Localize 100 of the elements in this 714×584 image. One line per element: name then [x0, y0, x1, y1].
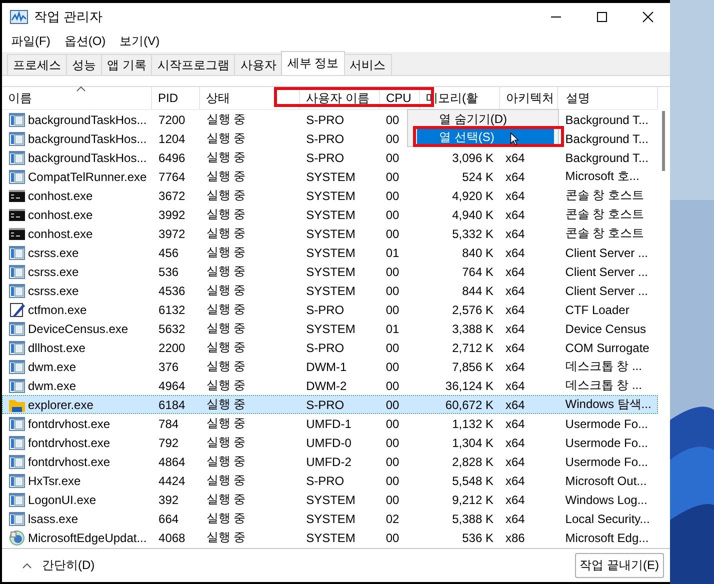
table-cell: MicrosoftEdgeUpdat... — [28, 530, 147, 544]
table-cell: 764 K — [462, 264, 494, 278]
table-cell: 00 — [386, 188, 400, 202]
table-cell: 6184 — [158, 398, 186, 412]
table-cell: x64 — [505, 150, 525, 164]
table-cell: 실행 중 — [206, 168, 246, 185]
table-cell: 실행 중 — [206, 529, 246, 546]
table-cell: 데스크톱 창 ... — [565, 377, 642, 394]
tab[interactable]: 서비스 — [344, 54, 392, 75]
table-cell: 00 — [386, 112, 400, 126]
column-header[interactable]: 사용자 이름 — [306, 90, 370, 106]
table-cell: COM Surrogate — [565, 340, 650, 354]
table-cell: 00 — [386, 284, 400, 298]
table-cell: Background T... — [565, 112, 648, 126]
window-icon — [9, 378, 25, 394]
table-cell: 6496 — [158, 150, 186, 164]
fewer-details-label[interactable]: 간단히(D) — [42, 557, 95, 574]
table-cell: x64 — [505, 208, 525, 222]
table-cell: 2,576 K — [452, 302, 494, 316]
table-cell: SYSTEM — [306, 264, 356, 278]
table-cell: 00 — [386, 436, 400, 450]
table-cell: 00 — [386, 302, 400, 316]
table-cell: 실행 중 — [206, 339, 246, 356]
table-cell: 00 — [386, 530, 400, 544]
table-cell: csrss.exe — [28, 246, 79, 260]
table-cell: 실행 중 — [206, 301, 246, 318]
menu-item[interactable]: 열 숨기기(D) — [417, 111, 554, 128]
fewer-details-button[interactable]: 간단히(D) — [22, 557, 95, 574]
table-cell: 00 — [386, 340, 400, 354]
table-cell: 00 — [386, 150, 400, 164]
table-cell: 00 — [386, 170, 400, 184]
table-cell: csrss.exe — [28, 264, 79, 278]
scrollbar-thumb[interactable] — [662, 111, 665, 171]
console-icon — [9, 188, 25, 204]
table-cell: 콘솔 창 호스트 — [565, 206, 644, 223]
table-cell: 6132 — [158, 302, 186, 316]
column-header[interactable]: 이름 — [8, 90, 32, 106]
table-cell: HxTsr.exe — [28, 474, 81, 488]
table-cell: 7200 — [158, 112, 186, 126]
maximize-icon[interactable] — [596, 10, 608, 22]
table-cell: 실행 중 — [206, 415, 246, 432]
table-cell: 2,828 K — [452, 454, 494, 468]
table-cell: 실행 중 — [206, 377, 246, 394]
window-icon — [9, 340, 25, 356]
table-cell: x64 — [505, 492, 525, 506]
table-cell: Microsoft Edg... — [565, 530, 649, 544]
menu-item[interactable]: 파일(F) — [11, 32, 50, 50]
table-cell: Client Server ... — [565, 284, 648, 298]
table-cell: 00 — [386, 208, 400, 222]
table-cell: CompatTelRunner.exe — [28, 170, 147, 184]
table-cell: x64 — [505, 226, 525, 240]
table-cell: 4964 — [158, 378, 186, 392]
column-header[interactable]: 설명 — [566, 90, 590, 106]
menu-item[interactable]: 보기(V) — [120, 32, 160, 50]
window-icon — [9, 416, 25, 432]
end-task-button[interactable]: 작업 끝내기(E) — [574, 553, 664, 578]
table-cell: 5,548 K — [452, 474, 494, 488]
table-cell: 01 — [386, 246, 400, 260]
table-cell: 4,940 K — [452, 208, 494, 222]
table-cell: x64 — [505, 454, 525, 468]
table-cell: Microsoft Out... — [565, 474, 647, 488]
table-cell: SYSTEM — [306, 170, 356, 184]
table-cell: 00 — [386, 416, 400, 430]
table-cell: x64 — [505, 188, 525, 202]
table-cell: conhost.exe — [28, 188, 93, 202]
table-cell: 7,856 K — [452, 360, 494, 374]
table-cell: 524 K — [462, 170, 494, 184]
table-cell: 840 K — [462, 246, 494, 260]
table-cell: 3672 — [158, 188, 186, 202]
window-icon — [9, 282, 25, 298]
table-cell: S-PRO — [306, 398, 344, 412]
table-cell: Usermode Fo... — [565, 436, 648, 450]
table-cell: x64 — [505, 378, 525, 392]
table-cell: 4424 — [158, 474, 186, 488]
table-cell: S-PRO — [306, 340, 344, 354]
table-cell: 실행 중 — [206, 358, 246, 375]
column-header[interactable]: 아키텍처 — [506, 90, 554, 106]
column-header[interactable]: 상태 — [206, 90, 230, 106]
column-header[interactable]: PID — [158, 91, 178, 105]
table-cell: backgroundTaskHos... — [28, 112, 147, 126]
table-cell: x64 — [505, 474, 525, 488]
tab[interactable]: 프로세스 — [7, 54, 67, 75]
table-cell: x86 — [505, 530, 525, 544]
table-cell: 392 — [158, 492, 179, 506]
tab[interactable]: 세부 정보 — [281, 51, 345, 75]
table-cell: 5,388 K — [452, 512, 494, 526]
window-icon — [9, 112, 25, 128]
caret-icon — [22, 562, 32, 568]
table-cell: lsass.exe — [28, 512, 78, 526]
table-cell: Windows Log... — [565, 492, 648, 506]
close-icon[interactable] — [642, 10, 654, 22]
selected-row[interactable]: explorer.exe 6184 실행 중 S-PRO 00 60,672 K x64 Windows 탐색... — [2, 395, 658, 414]
table-cell: 실행 중 — [206, 472, 246, 489]
table-cell: DeviceCensus.exe — [28, 322, 128, 336]
table-cell: S-PRO — [306, 112, 344, 126]
menu-item[interactable]: 옵션(O) — [64, 32, 106, 50]
table-cell: 456 — [158, 246, 179, 260]
column-header[interactable]: CPU — [386, 91, 412, 105]
notepad-pen-icon — [9, 302, 25, 318]
table-cell: fontdrvhost.exe — [28, 416, 110, 430]
